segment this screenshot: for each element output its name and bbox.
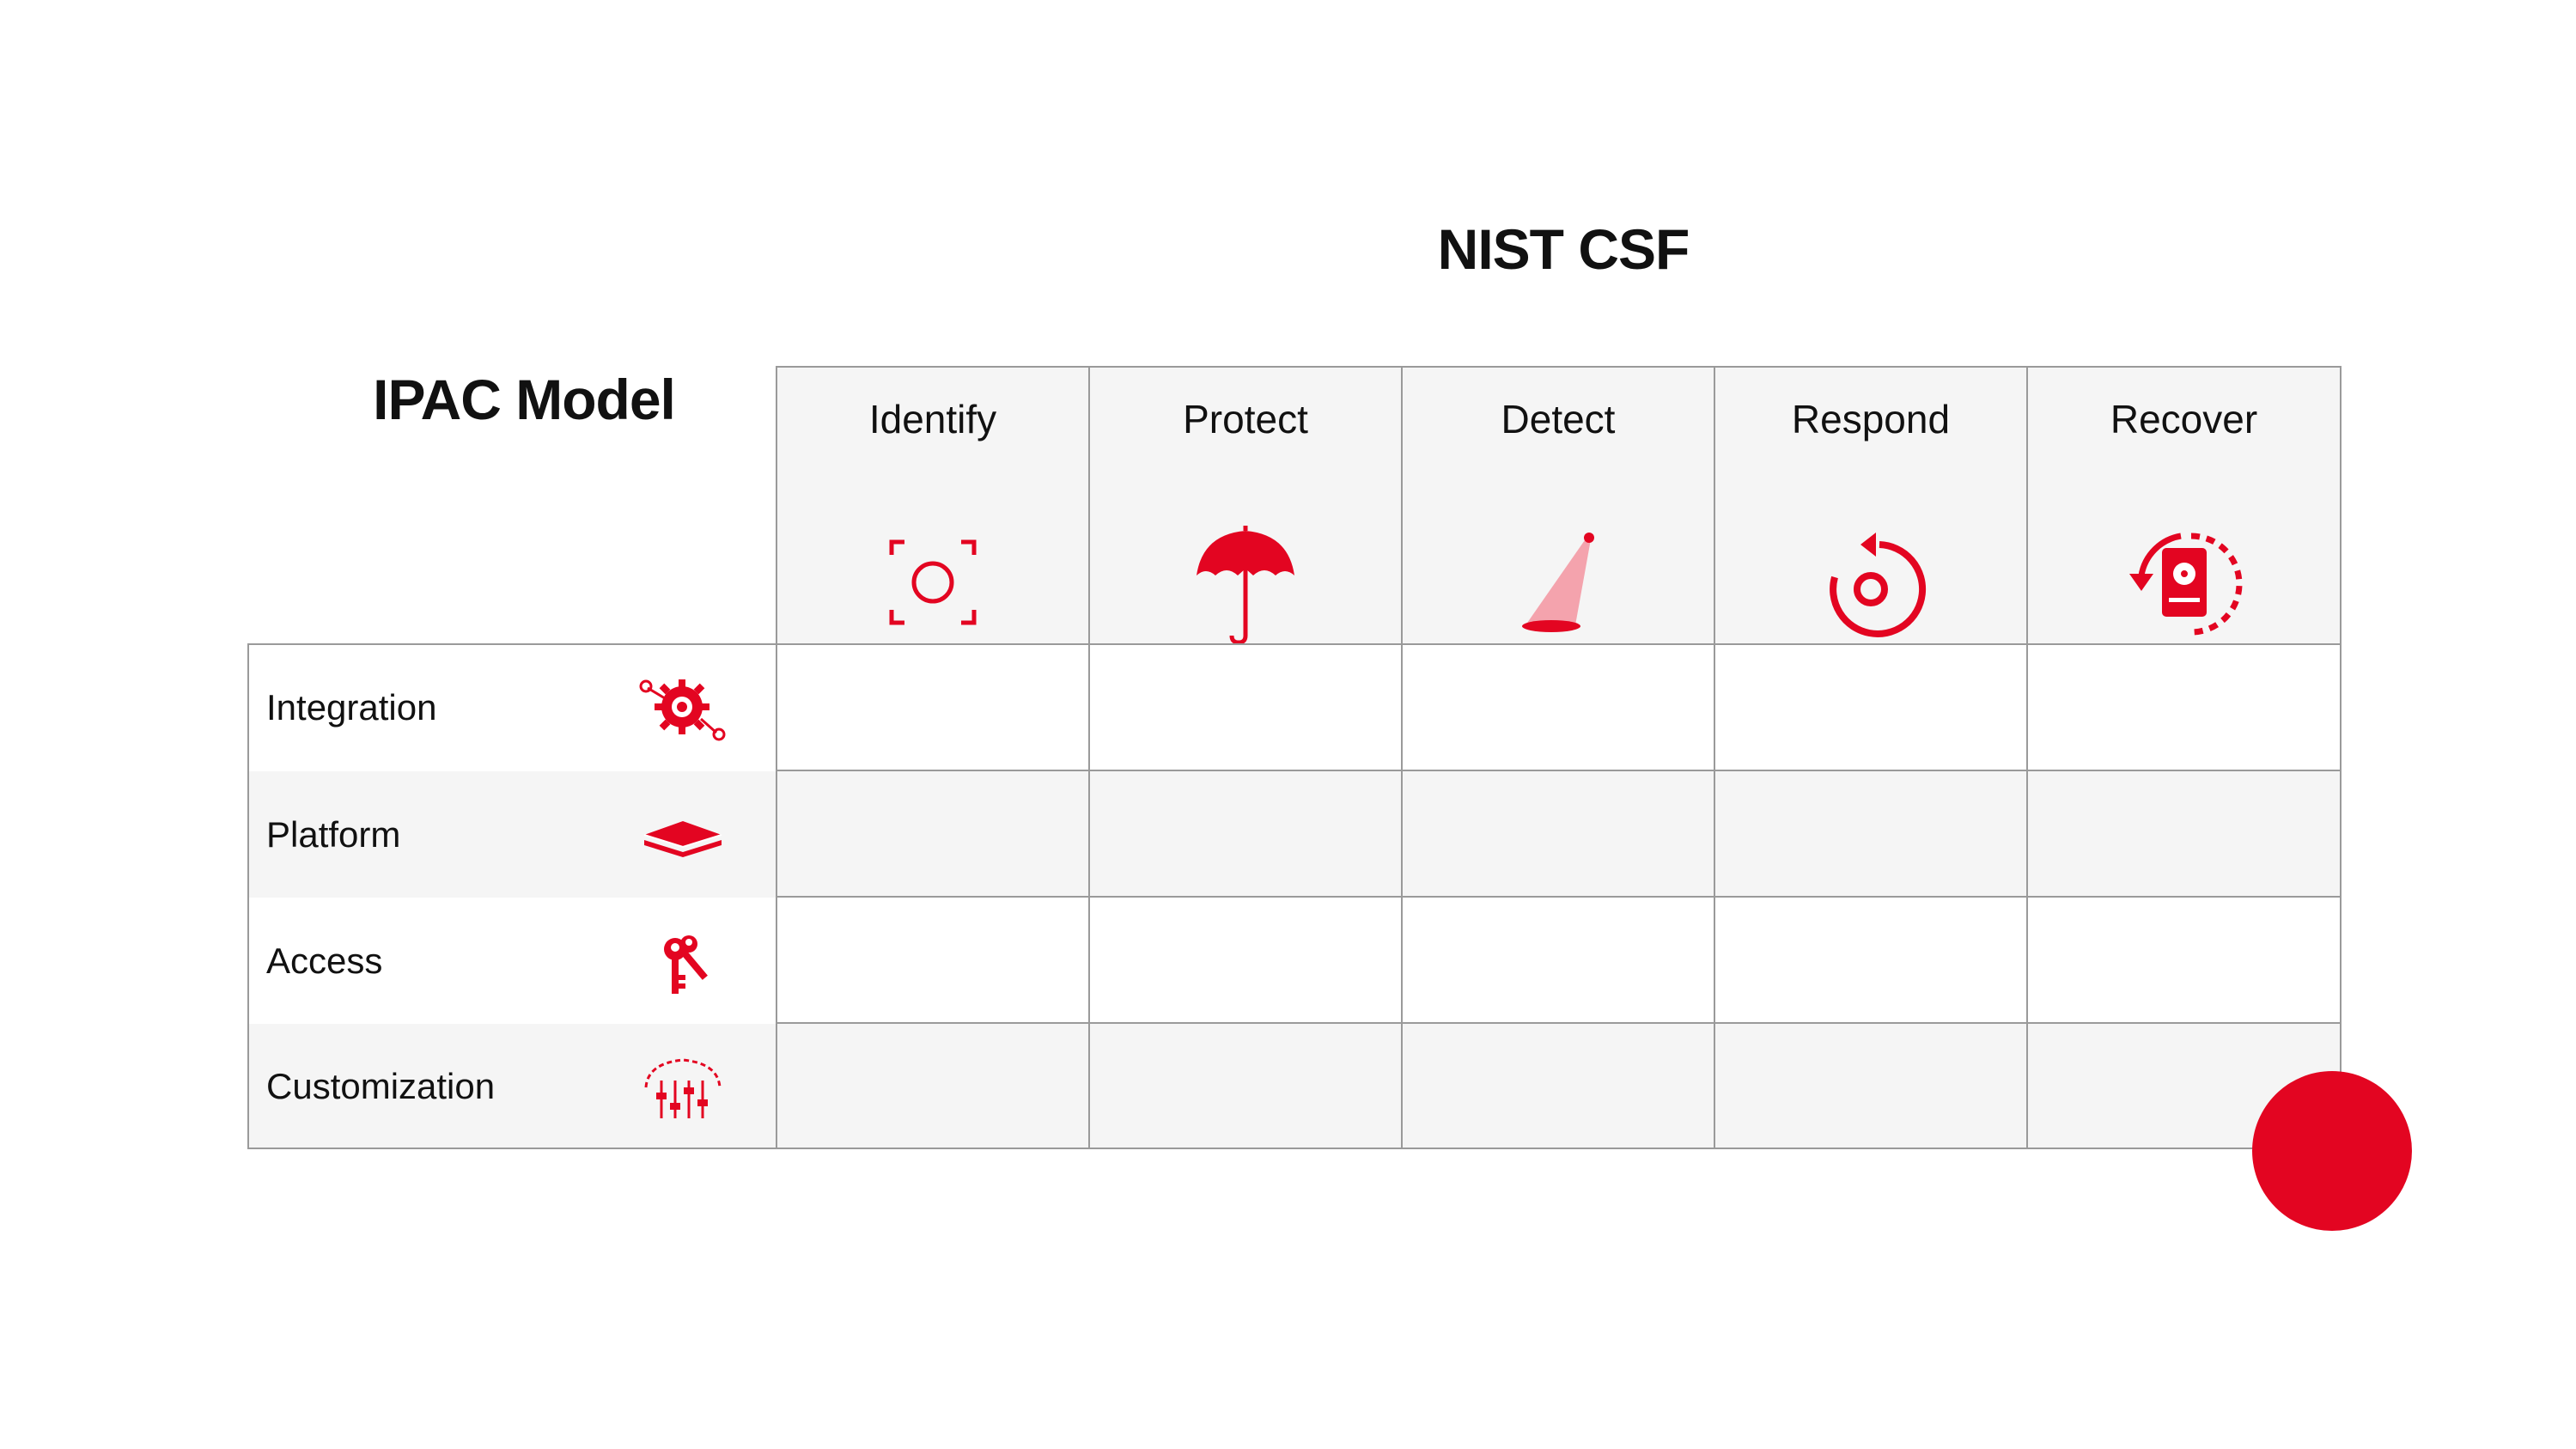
- matrix-cell-customization-protect: [1088, 1022, 1403, 1149]
- row-access: Access: [247, 898, 777, 1024]
- matrix-cell-customization-respond: [1714, 1022, 2028, 1149]
- matrix-cell-integration-identify: [776, 643, 1090, 771]
- matrix-cell-access-respond: [1714, 896, 2028, 1024]
- ipac-model-title: IPAC Model: [373, 368, 676, 431]
- keys-icon: [664, 935, 708, 994]
- column-header-recover: Recover: [2026, 366, 2342, 645]
- matrix-cell-access-identify: [776, 896, 1090, 1024]
- sliders-icon: [644, 1058, 722, 1118]
- column-header-respond: Respond: [1714, 366, 2028, 645]
- matrix-cell-integration-detect: [1401, 643, 1715, 771]
- column-header-identify: Identify: [776, 366, 1090, 645]
- column-label-protect: Protect: [1183, 397, 1308, 441]
- matrix-cell-integration-protect: [1088, 643, 1403, 771]
- column-label-detect: Detect: [1501, 397, 1616, 441]
- matrix-cell-platform-respond: [1714, 770, 2028, 898]
- matrix-cell-integration-recover: [2026, 643, 2342, 771]
- column-label-respond: Respond: [1791, 397, 1951, 441]
- recover-drive-icon: [2128, 533, 2242, 636]
- matrix-cell-integration-respond: [1714, 643, 2028, 771]
- identify-scan-icon: [889, 539, 977, 625]
- decorative-red-dot: [2252, 1071, 2412, 1231]
- matrix-cell-access-detect: [1401, 896, 1715, 1024]
- matrix-cell-platform-recover: [2026, 770, 2342, 898]
- matrix-cell-access-protect: [1088, 896, 1403, 1024]
- layers-icon: [643, 821, 722, 857]
- column-header-protect: Protect: [1088, 366, 1403, 645]
- matrix-cell-customization-detect: [1401, 1022, 1715, 1149]
- row-integration: Integration: [247, 643, 777, 771]
- spotlight-icon: [1522, 533, 1594, 632]
- row-platform: Platform: [247, 771, 777, 898]
- gear-integration-icon: [639, 679, 726, 741]
- column-label-recover: Recover: [2110, 397, 2258, 441]
- row-label-customization: Customization: [266, 1066, 496, 1106]
- row-customization: Customization: [247, 1024, 777, 1149]
- respond-cycle-icon: [1830, 533, 1927, 637]
- umbrella-icon: [1197, 526, 1294, 645]
- matrix-cell-customization-identify: [776, 1022, 1090, 1149]
- column-header-detect: Detect: [1401, 366, 1715, 645]
- row-label-integration: Integration: [266, 686, 437, 728]
- nist-csf-title: NIST CSF: [1437, 217, 1690, 281]
- matrix-cell-access-recover: [2026, 896, 2342, 1024]
- matrix-cell-platform-detect: [1401, 770, 1715, 898]
- column-label-identify: Identify: [868, 397, 997, 441]
- row-label-access: Access: [266, 940, 383, 981]
- matrix-cell-platform-protect: [1088, 770, 1403, 898]
- matrix-cell-platform-identify: [776, 770, 1090, 898]
- row-label-platform: Platform: [266, 813, 401, 855]
